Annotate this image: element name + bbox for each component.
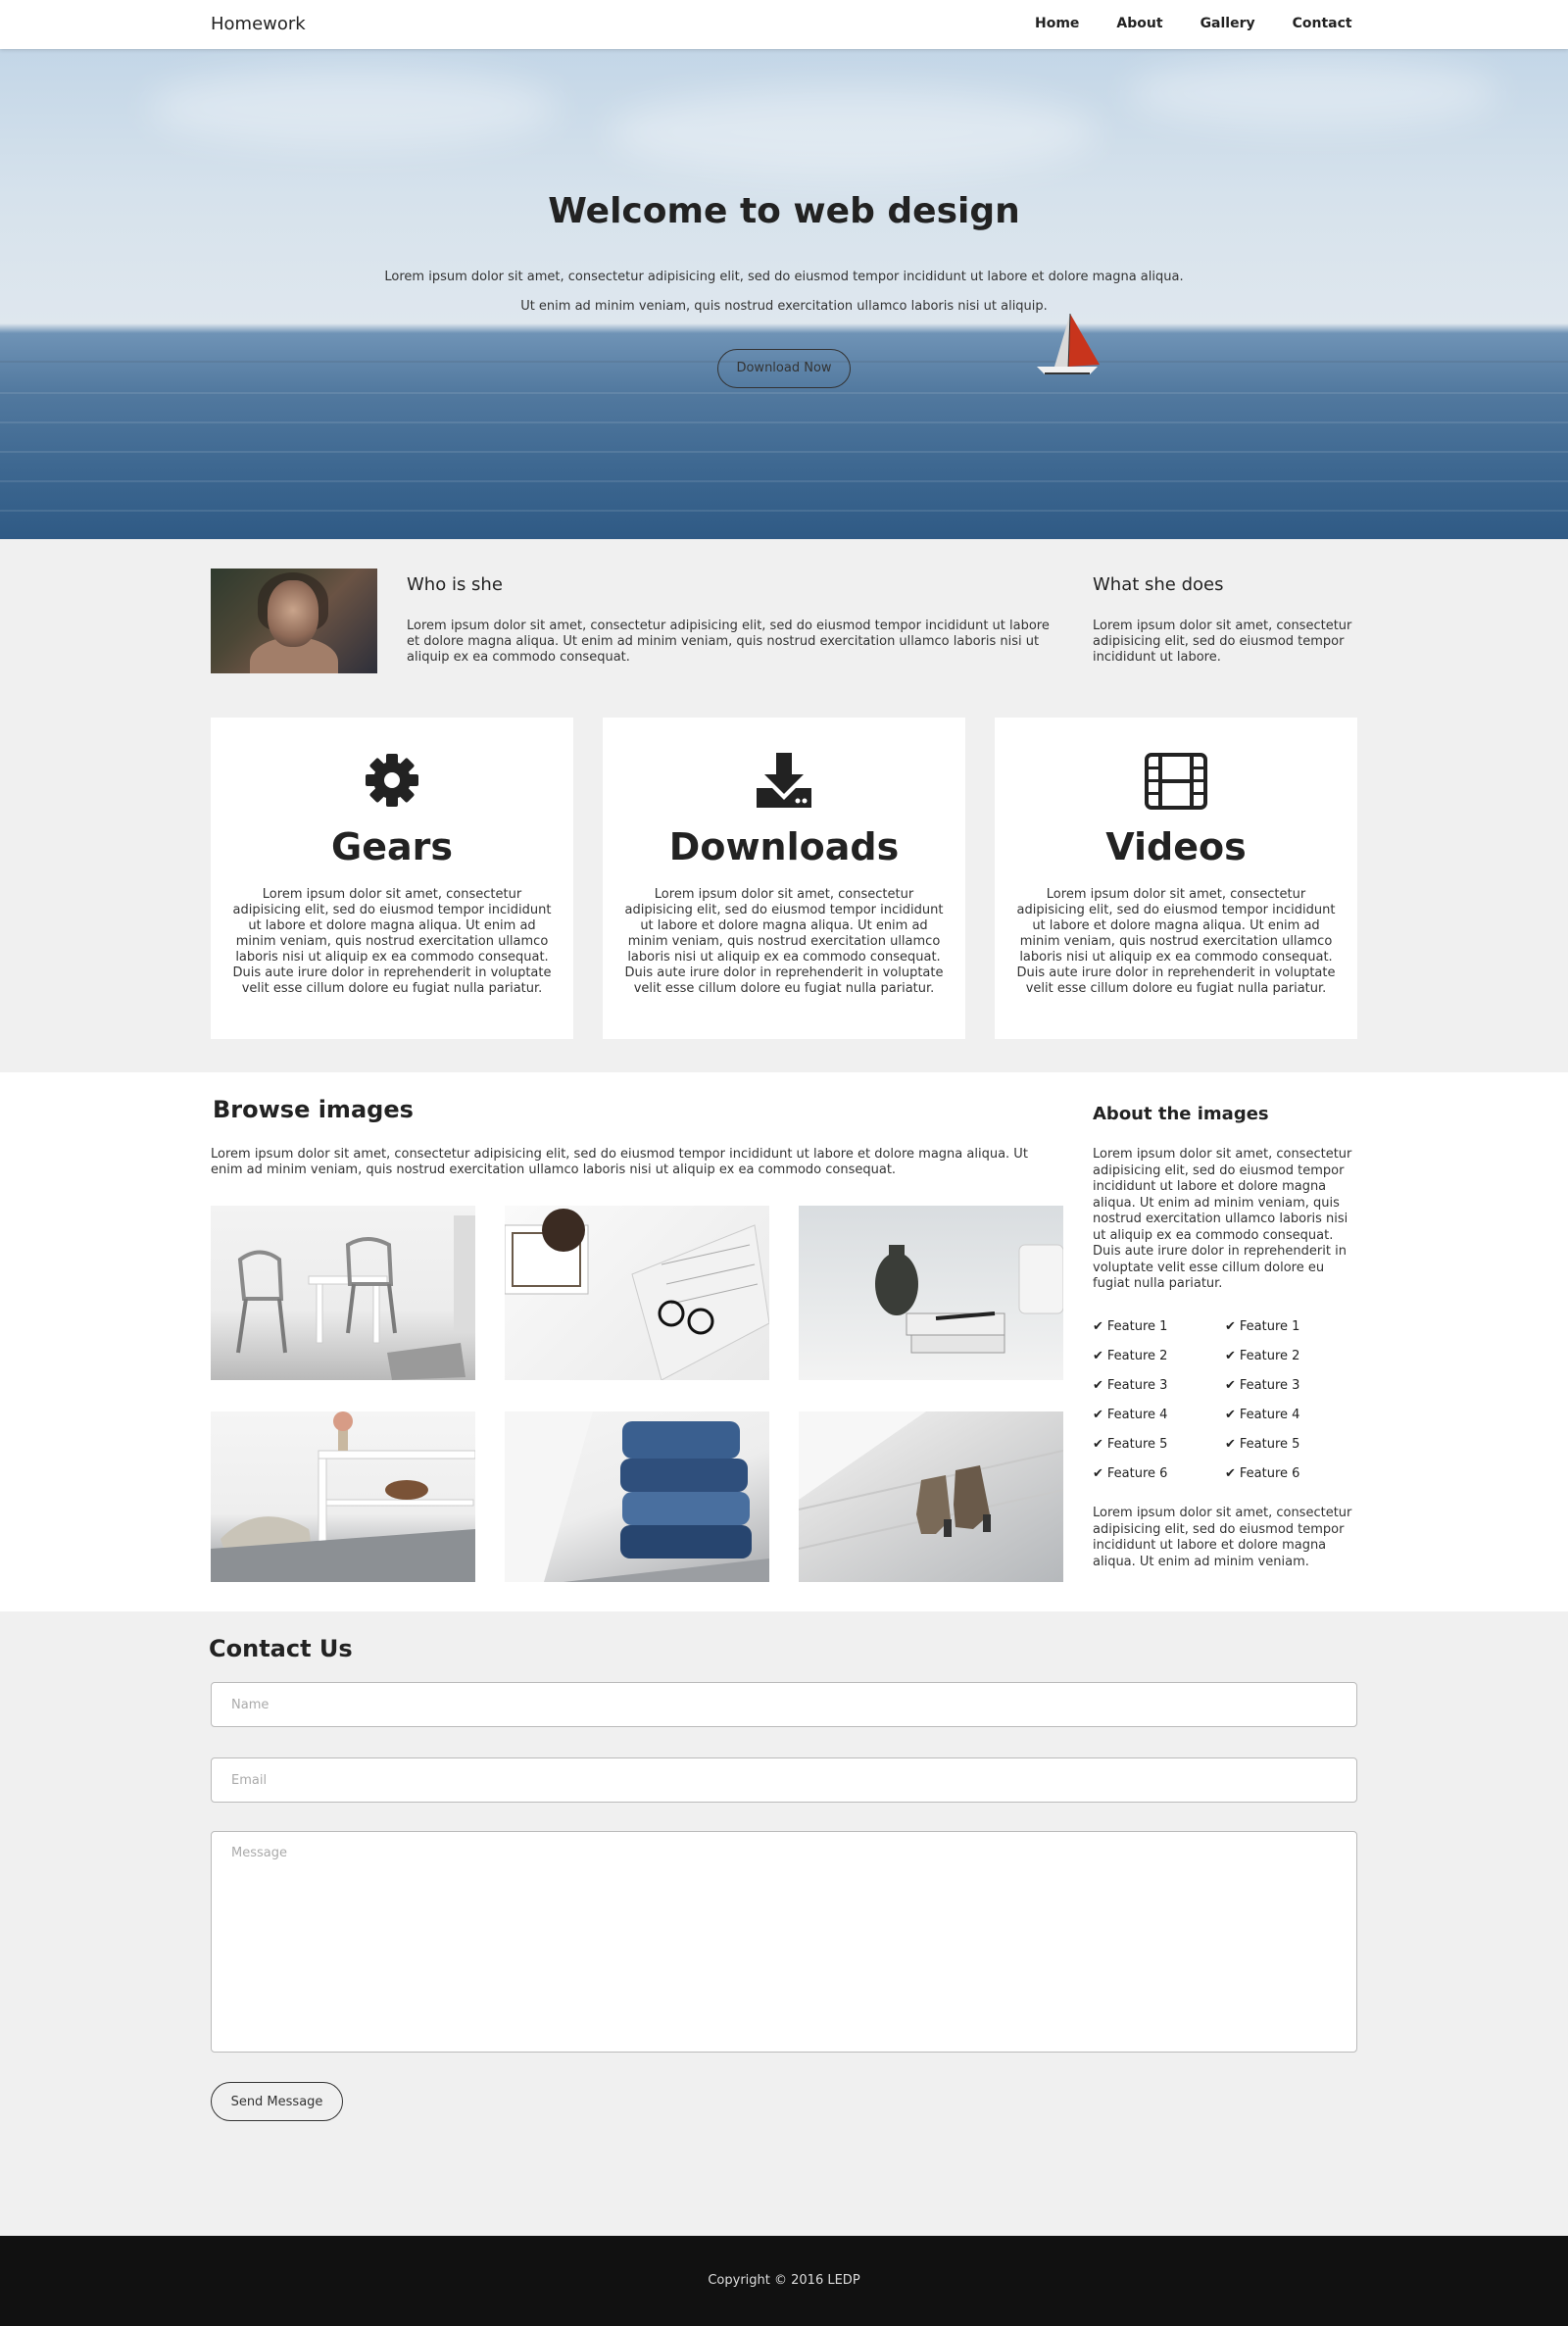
cloud-shape xyxy=(147,69,559,147)
download-icon xyxy=(603,753,965,812)
feature-item: ✔ Feature 4 xyxy=(1093,1408,1168,1422)
check-icon: ✔ xyxy=(1225,1437,1236,1452)
gallery-image-shelf[interactable] xyxy=(211,1411,475,1582)
sea-wave xyxy=(0,480,1568,482)
who-is-she-heading: Who is she xyxy=(407,574,503,595)
nav-menu: Home About Gallery Contact xyxy=(1035,16,1390,31)
check-icon: ✔ xyxy=(1225,1349,1236,1363)
sea-wave xyxy=(0,421,1568,423)
send-message-button[interactable]: Send Message xyxy=(211,2082,343,2121)
page-footer: Copyright © 2016 LEDP xyxy=(0,2236,1568,2326)
feature-item: ✔ Feature 6 xyxy=(1093,1466,1168,1481)
check-icon: ✔ xyxy=(1093,1466,1103,1481)
about-images-text: Lorem ipsum dolor sit amet, consectetur … xyxy=(1093,1147,1352,1291)
cloud-shape xyxy=(608,88,1098,176)
feature-item: ✔ Feature 1 xyxy=(1225,1319,1300,1334)
card-text-downloads: Lorem ipsum dolor sit amet, consectetur … xyxy=(624,887,944,996)
check-icon: ✔ xyxy=(1093,1319,1103,1334)
brand-logo[interactable]: Homework xyxy=(211,14,306,34)
gallery-image-books[interactable] xyxy=(799,1206,1063,1380)
what-she-does-text: Lorem ipsum dolor sit amet, consectetur … xyxy=(1093,619,1352,665)
film-icon xyxy=(995,753,1357,812)
gallery-image-chairs[interactable] xyxy=(211,1206,475,1380)
sailboat-illustration xyxy=(1037,313,1100,374)
feature-item: ✔ Feature 2 xyxy=(1093,1349,1168,1363)
gallery-image-boots[interactable] xyxy=(799,1411,1063,1582)
sea-wave xyxy=(0,392,1568,394)
gallery-image-glasses[interactable] xyxy=(505,1206,769,1380)
top-navbar: Homework Home About Gallery Contact xyxy=(0,0,1568,49)
nav-link-contact[interactable]: Contact xyxy=(1293,16,1352,31)
check-icon: ✔ xyxy=(1093,1408,1103,1422)
message-field[interactable] xyxy=(211,1831,1357,2053)
gallery-image-jeans[interactable] xyxy=(505,1411,769,1582)
card-title-gears: Gears xyxy=(331,825,453,868)
check-icon: ✔ xyxy=(1225,1466,1236,1481)
feature-card-videos: Videos Lorem ipsum dolor sit amet, conse… xyxy=(995,718,1357,1039)
what-she-does-heading: What she does xyxy=(1093,574,1224,595)
gear-icon xyxy=(211,753,573,812)
nav-link-home[interactable]: Home xyxy=(1035,16,1079,31)
check-icon: ✔ xyxy=(1225,1408,1236,1422)
check-icon: ✔ xyxy=(1093,1349,1103,1363)
hero-text-line1: Lorem ipsum dolor sit amet, consectetur … xyxy=(384,270,1184,284)
feature-card-gears: Gears Lorem ipsum dolor sit amet, consec… xyxy=(211,718,573,1039)
browse-images-heading: Browse images xyxy=(213,1096,414,1123)
nav-link-about[interactable]: About xyxy=(1116,16,1162,31)
browse-section: Browse images Lorem ipsum dolor sit amet… xyxy=(0,1072,1568,1611)
feature-item: ✔ Feature 4 xyxy=(1225,1408,1300,1422)
feature-item: ✔ Feature 5 xyxy=(1093,1437,1168,1452)
check-icon: ✔ xyxy=(1225,1319,1236,1334)
sea-wave xyxy=(0,510,1568,512)
feature-item: ✔ Feature 5 xyxy=(1225,1437,1300,1452)
about-images-footer-text: Lorem ipsum dolor sit amet, consectetur … xyxy=(1093,1506,1352,1569)
card-title-downloads: Downloads xyxy=(668,825,900,868)
nav-link-gallery[interactable]: Gallery xyxy=(1200,16,1255,31)
feature-card-downloads: Downloads Lorem ipsum dolor sit amet, co… xyxy=(603,718,965,1039)
contact-us-heading: Contact Us xyxy=(209,1635,353,1662)
browse-images-text: Lorem ipsum dolor sit amet, consectetur … xyxy=(211,1147,1028,1177)
about-images-heading: About the images xyxy=(1093,1104,1269,1124)
sea-wave xyxy=(0,451,1568,453)
copyright-text: Copyright © 2016 LEDP xyxy=(708,2273,860,2288)
hero-banner: Welcome to web design Lorem ipsum dolor … xyxy=(0,49,1568,539)
hero-text-line2: Ut enim ad minim veniam, quis nostrud ex… xyxy=(520,299,1048,314)
card-text-gears: Lorem ipsum dolor sit amet, consectetur … xyxy=(232,887,552,996)
card-title-videos: Videos xyxy=(1105,825,1247,868)
download-now-button[interactable]: Download Now xyxy=(717,349,851,388)
feature-item: ✔ Feature 2 xyxy=(1225,1349,1300,1363)
check-icon: ✔ xyxy=(1093,1378,1103,1393)
feature-item: ✔ Feature 3 xyxy=(1225,1378,1300,1393)
name-field[interactable] xyxy=(211,1682,1357,1727)
feature-item: ✔ Feature 1 xyxy=(1093,1319,1168,1334)
card-text-videos: Lorem ipsum dolor sit amet, consectetur … xyxy=(1016,887,1336,996)
hero-title: Welcome to web design xyxy=(548,191,1020,231)
profile-photo xyxy=(211,569,377,673)
check-icon: ✔ xyxy=(1225,1378,1236,1393)
check-icon: ✔ xyxy=(1093,1437,1103,1452)
feature-item: ✔ Feature 3 xyxy=(1093,1378,1168,1393)
who-is-she-text: Lorem ipsum dolor sit amet, consectetur … xyxy=(407,619,1050,665)
email-field[interactable] xyxy=(211,1757,1357,1803)
feature-item: ✔ Feature 6 xyxy=(1225,1466,1300,1481)
cloud-shape xyxy=(1127,59,1499,127)
